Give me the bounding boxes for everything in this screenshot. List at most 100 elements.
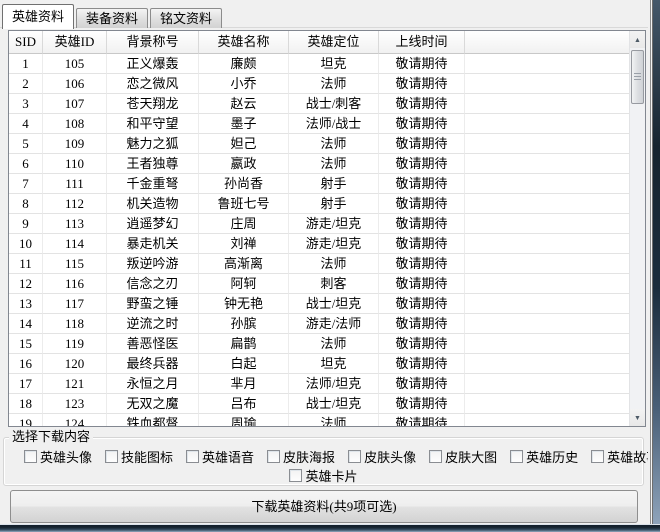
checkbox-icon[interactable]	[348, 450, 361, 463]
cell-sid: 15	[9, 334, 43, 354]
checkbox-icon[interactable]	[510, 450, 523, 463]
table-row[interactable]: 1105正义爆轰廉颇坦克敬请期待	[9, 54, 629, 74]
cell-filler	[465, 154, 629, 174]
checkbox-skin-large[interactable]: 皮肤大图	[429, 447, 497, 466]
table-row[interactable]: 17121永恒之月芈月法师/坦克敬请期待	[9, 374, 629, 394]
cell-filler	[465, 54, 629, 74]
cell-role: 游走/坦克	[289, 214, 379, 234]
table-row[interactable]: 14118逆流之时孙膑游走/法师敬请期待	[9, 314, 629, 334]
cell-title: 正义爆轰	[107, 54, 199, 74]
cell-hero-id: 106	[43, 74, 107, 94]
table-row[interactable]: 10114暴走机关刘禅游走/坦克敬请期待	[9, 234, 629, 254]
table-row[interactable]: 8112机关造物鲁班七号射手敬请期待	[9, 194, 629, 214]
checkbox-skill-icon[interactable]: 技能图标	[105, 447, 173, 466]
column-header-role[interactable]: 英雄定位	[289, 31, 379, 54]
cell-name: 吕布	[199, 394, 289, 414]
column-header-sid[interactable]: SID	[9, 31, 43, 54]
table-row[interactable]: 18123无双之魔吕布战士/坦克敬请期待	[9, 394, 629, 414]
cell-title: 无双之魔	[107, 394, 199, 414]
window-border-bottom	[0, 524, 660, 532]
column-header-name[interactable]: 英雄名称	[199, 31, 289, 54]
cell-role: 法师	[289, 154, 379, 174]
cell-name: 赵云	[199, 94, 289, 114]
checkbox-hero-history[interactable]: 英雄历史	[510, 447, 578, 466]
cell-hero-id: 118	[43, 314, 107, 334]
cell-hero-id: 123	[43, 394, 107, 414]
checkbox-icon[interactable]	[24, 450, 37, 463]
checkbox-label: 皮肤海报	[283, 447, 335, 466]
table-row[interactable]: 11115叛逆吟游高渐离法师敬请期待	[9, 254, 629, 274]
tab-equipment-data[interactable]: 装备资料	[76, 8, 148, 28]
table-row[interactable]: 4108和平守望墨子法师/战士敬请期待	[9, 114, 629, 134]
vertical-scrollbar[interactable]: ▲ ▼	[629, 31, 645, 426]
cell-name: 妲己	[199, 134, 289, 154]
table-row[interactable]: 5109魅力之狐妲己法师敬请期待	[9, 134, 629, 154]
checkbox-icon[interactable]	[105, 450, 118, 463]
scrollbar-thumb[interactable]	[631, 50, 644, 104]
column-header-filler[interactable]	[465, 31, 629, 54]
checkbox-hero-voice[interactable]: 英雄语音	[186, 447, 254, 466]
cell-release: 敬请期待	[379, 414, 465, 426]
cell-name: 扁鹊	[199, 334, 289, 354]
checkbox-hero-avatar[interactable]: 英雄头像	[24, 447, 92, 466]
cell-title: 最终兵器	[107, 354, 199, 374]
cell-sid: 7	[9, 174, 43, 194]
table-row[interactable]: 19124铁血都督周瑜法师敬请期待	[9, 414, 629, 426]
cell-sid: 16	[9, 354, 43, 374]
checkbox-icon[interactable]	[429, 450, 442, 463]
table-row[interactable]: 9113逍遥梦幻庄周游走/坦克敬请期待	[9, 214, 629, 234]
cell-filler	[465, 214, 629, 234]
checkbox-label: 皮肤大图	[445, 447, 497, 466]
table-row[interactable]: 3107苍天翔龙赵云战士/刺客敬请期待	[9, 94, 629, 114]
cell-release: 敬请期待	[379, 394, 465, 414]
app-window: 英雄资料装备资料铭文资料 SID英雄ID背景称号英雄名称英雄定位上线时间 110…	[0, 0, 660, 532]
checkbox-icon[interactable]	[591, 450, 604, 463]
cell-sid: 2	[9, 74, 43, 94]
scroll-up-icon[interactable]: ▲	[630, 31, 645, 48]
cell-release: 敬请期待	[379, 374, 465, 394]
checkbox-skin-avatar[interactable]: 皮肤头像	[348, 447, 416, 466]
tab-inscription-data[interactable]: 铭文资料	[150, 8, 222, 28]
table-row[interactable]: 13117野蛮之锤钟无艳战士/坦克敬请期待	[9, 294, 629, 314]
column-header-hero-id[interactable]: 英雄ID	[43, 31, 107, 54]
checkbox-label: 皮肤头像	[364, 447, 416, 466]
checkbox-hero-card[interactable]: 英雄卡片	[289, 466, 357, 485]
cell-role: 游走/坦克	[289, 234, 379, 254]
cell-role: 战士/刺客	[289, 94, 379, 114]
cell-role: 法师	[289, 254, 379, 274]
checkbox-skin-poster[interactable]: 皮肤海报	[267, 447, 335, 466]
cell-hero-id: 111	[43, 174, 107, 194]
cell-sid: 17	[9, 374, 43, 394]
cell-role: 法师	[289, 334, 379, 354]
table-row[interactable]: 16120最终兵器白起坦克敬请期待	[9, 354, 629, 374]
download-button[interactable]: 下载英雄资料(共9项可选)	[10, 490, 638, 523]
column-header-title[interactable]: 背景称号	[107, 31, 199, 54]
checkbox-icon[interactable]	[186, 450, 199, 463]
cell-filler	[465, 274, 629, 294]
cell-filler	[465, 114, 629, 134]
cell-sid: 6	[9, 154, 43, 174]
column-header-release[interactable]: 上线时间	[379, 31, 465, 54]
scrollbar-grip-icon	[634, 73, 641, 81]
scroll-down-icon[interactable]: ▼	[630, 409, 645, 426]
tab-hero-data[interactable]: 英雄资料	[2, 4, 74, 29]
cell-name: 墨子	[199, 114, 289, 134]
table-row[interactable]: 12116信念之刃阿轲刺客敬请期待	[9, 274, 629, 294]
table-row[interactable]: 15119善恶怪医扁鹊法师敬请期待	[9, 334, 629, 354]
cell-filler	[465, 294, 629, 314]
cell-sid: 1	[9, 54, 43, 74]
cell-sid: 3	[9, 94, 43, 114]
checkbox-icon[interactable]	[267, 450, 280, 463]
checkbox-icon[interactable]	[289, 469, 302, 482]
cell-role: 战士/坦克	[289, 394, 379, 414]
cell-release: 敬请期待	[379, 154, 465, 174]
cell-filler	[465, 174, 629, 194]
cell-sid: 18	[9, 394, 43, 414]
cell-title: 逆流之时	[107, 314, 199, 334]
table-row[interactable]: 2106恋之微风小乔法师敬请期待	[9, 74, 629, 94]
cell-name: 白起	[199, 354, 289, 374]
cell-title: 逍遥梦幻	[107, 214, 199, 234]
table-row[interactable]: 6110王者独尊嬴政法师敬请期待	[9, 154, 629, 174]
table-row[interactable]: 7111千金重弩孙尚香射手敬请期待	[9, 174, 629, 194]
cell-name: 庄周	[199, 214, 289, 234]
